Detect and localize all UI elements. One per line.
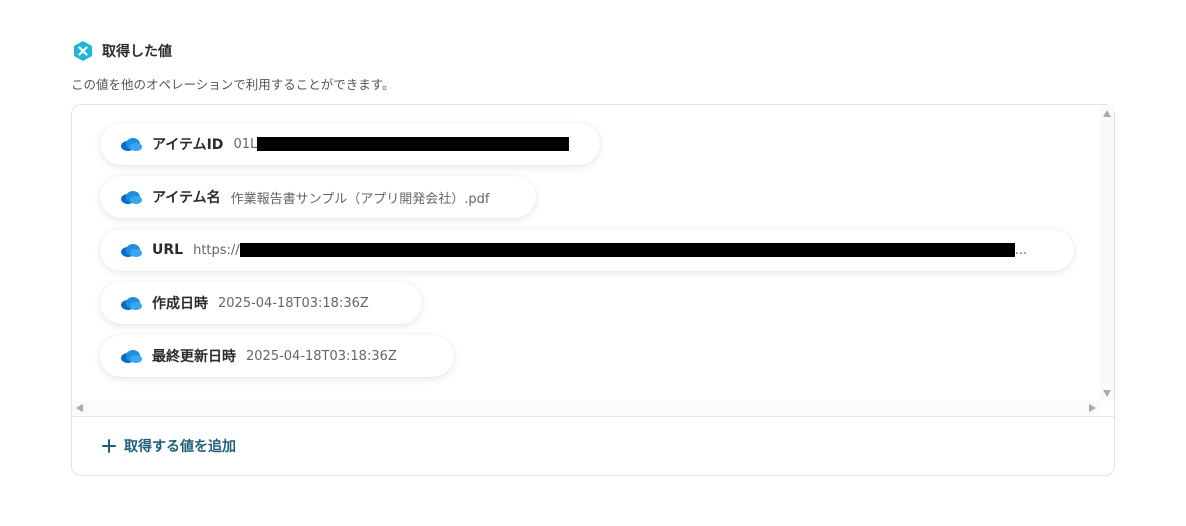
pill-label: 最終更新日時 (152, 349, 236, 365)
pill-value: 作業報告書サンプル（アプリ開発会社）.pdf (230, 191, 490, 207)
add-value-label: 取得する値を追加 (124, 439, 236, 455)
values-panel: アイテムID 01L アイテム名 作業報告書サンプル（アプリ開発会社）.pdf … (71, 104, 1115, 476)
value-pill-url[interactable]: URL https:// ... (100, 229, 1074, 271)
pill-value: https:// (193, 242, 240, 258)
onedrive-cloud-icon (121, 297, 142, 310)
scroll-down-icon[interactable] (1103, 390, 1111, 397)
onedrive-cloud-icon (121, 191, 142, 204)
pill-value: 2025-04-18T03:18:36Z (246, 348, 397, 364)
horizontal-scrollbar[interactable] (72, 401, 1100, 415)
pill-label: 作成日時 (152, 296, 208, 312)
yoom-badge-icon (74, 41, 92, 61)
value-pill-item-name[interactable]: アイテム名 作業報告書サンプル（アプリ開発会社）.pdf (100, 176, 536, 218)
value-pill-created-at[interactable]: 作成日時 2025-04-18T03:18:36Z (100, 282, 422, 324)
onedrive-cloud-icon (121, 244, 142, 257)
plus-icon (102, 439, 116, 453)
scroll-right-icon[interactable] (1089, 404, 1096, 412)
pill-value: 01L (233, 136, 258, 152)
section-description: この値を他のオペレーションで利用することができます。 (71, 77, 395, 92)
add-value-button[interactable]: 取得する値を追加 (102, 434, 236, 458)
pill-value: 2025-04-18T03:18:36Z (218, 295, 369, 311)
redaction-bar (239, 243, 1015, 257)
truncation-ellipsis: ... (1014, 242, 1028, 258)
value-pill-item-id[interactable]: アイテムID 01L (100, 123, 600, 165)
values-scroll-area[interactable]: アイテムID 01L アイテム名 作業報告書サンプル（アプリ開発会社）.pdf … (72, 105, 1114, 416)
section-title: 取得した値 (102, 44, 172, 60)
scroll-left-icon[interactable] (76, 404, 83, 412)
pill-label: アイテムID (152, 137, 224, 153)
section-header: 取得した値 (72, 38, 172, 64)
redaction-bar (257, 137, 570, 151)
panel-divider (72, 416, 1114, 417)
scroll-up-icon[interactable] (1103, 110, 1111, 117)
vertical-scrollbar[interactable] (1100, 105, 1114, 401)
onedrive-cloud-icon (121, 138, 142, 151)
pill-label: URL (152, 242, 184, 258)
value-pill-updated-at[interactable]: 最終更新日時 2025-04-18T03:18:36Z (100, 335, 454, 377)
onedrive-cloud-icon (121, 350, 142, 363)
pill-label: アイテム名 (152, 190, 221, 206)
